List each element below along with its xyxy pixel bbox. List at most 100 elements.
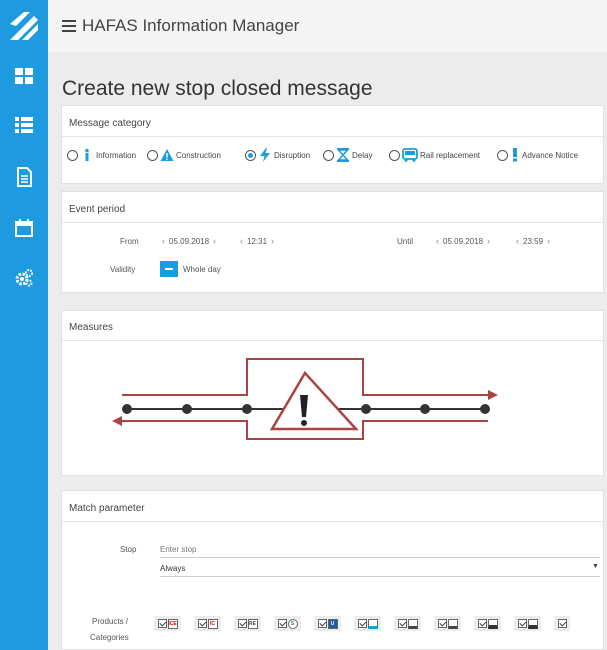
stop-node (420, 404, 430, 414)
whole-day-toggle[interactable] (160, 261, 178, 277)
category-option-disruption[interactable]: Disruption (245, 148, 310, 162)
dashboard-tiles-icon[interactable] (14, 66, 34, 86)
chevron-left-icon[interactable]: ‹ (236, 236, 247, 246)
stop-node (242, 404, 252, 414)
chevron-right-icon[interactable]: › (543, 236, 554, 246)
validity-label: Validity (110, 265, 136, 274)
product-other[interactable] (554, 616, 570, 631)
bus-icon (407, 618, 418, 629)
radio-button[interactable] (497, 149, 508, 161)
radio-button[interactable] (389, 149, 400, 161)
document-icon[interactable] (14, 167, 34, 187)
calendar-icon[interactable] (14, 218, 34, 238)
page-title: Create new stop closed message (62, 77, 373, 100)
warning-triangle-icon (160, 149, 174, 161)
categories-label: Categories (90, 633, 129, 642)
list-icon[interactable] (14, 115, 34, 135)
product-s-bahn[interactable]: S (274, 616, 301, 631)
checkbox[interactable] (237, 619, 247, 628)
message-category-card: Message category (61, 105, 604, 184)
stop-node (122, 404, 132, 414)
product-ic[interactable]: IC (194, 616, 221, 631)
category-option-advance-notice[interactable]: Advance Notice (497, 148, 578, 162)
u-bahn-icon: U (327, 618, 338, 629)
radio-button[interactable] (67, 149, 78, 161)
product-taxi[interactable] (514, 616, 541, 631)
checkbox[interactable] (157, 619, 167, 628)
until-date-value: 05.09.2018 (443, 236, 484, 246)
until-time-value: 23:59 (523, 236, 544, 246)
card-title: Event period (69, 204, 126, 215)
app-title: HAFAS Information Manager (82, 16, 300, 35)
coach-icon (447, 618, 458, 629)
ice-icon: ICE (167, 618, 178, 629)
radio-button[interactable] (147, 149, 158, 161)
category-label: Rail replacement (420, 150, 481, 160)
product-coach[interactable] (434, 616, 461, 631)
card-title: Message category (69, 118, 151, 129)
checkbox[interactable] (357, 619, 367, 628)
stop-closed-diagram (112, 358, 498, 440)
chevron-left-icon[interactable]: ‹ (158, 236, 169, 246)
product-bus[interactable] (394, 616, 421, 631)
checkbox[interactable] (317, 619, 327, 628)
ship-icon (487, 618, 498, 629)
until-date-stepper[interactable]: ‹ 05.09.2018 › (432, 236, 494, 246)
stop-node (480, 404, 490, 414)
category-label: Delay (352, 150, 373, 160)
top-bar: HAFAS Information Manager (48, 0, 607, 52)
chevron-left-icon[interactable]: ‹ (512, 236, 523, 246)
product-ice[interactable]: ICE (154, 616, 181, 631)
product-regional[interactable]: RE (234, 616, 261, 631)
from-date-value: 05.09.2018 (169, 236, 210, 246)
chevron-right-icon[interactable]: › (209, 236, 220, 246)
products-label: Products / (92, 617, 129, 626)
checkbox[interactable] (397, 619, 407, 628)
tram-icon (367, 618, 378, 629)
until-label: Until (397, 237, 414, 246)
checkbox[interactable] (437, 619, 447, 628)
from-date-stepper[interactable]: ‹ 05.09.2018 › (158, 236, 220, 246)
product-u-bahn[interactable]: U (314, 616, 341, 631)
checkbox[interactable] (197, 619, 207, 628)
chevron-right-icon[interactable]: › (267, 236, 278, 246)
category-option-delay[interactable]: Delay (323, 148, 372, 162)
s-bahn-icon: S (287, 618, 298, 629)
stop-input[interactable] (160, 541, 600, 557)
ic-icon: IC (207, 618, 218, 629)
from-time-value: 12:31 (247, 236, 268, 246)
card-title: Measures (69, 322, 113, 333)
product-tram[interactable] (354, 616, 381, 631)
hourglass-icon (336, 148, 350, 162)
category-label: Construction (176, 150, 221, 160)
until-time-stepper[interactable]: ‹ 23:59 › (512, 236, 554, 246)
lightning-icon (260, 148, 270, 162)
category-option-construction[interactable]: Construction (147, 148, 221, 162)
hamburger-menu-icon[interactable] (62, 20, 76, 32)
checkbox[interactable] (277, 619, 287, 628)
sidebar (0, 0, 48, 650)
warning-triangle-icon (269, 370, 359, 431)
category-label: Information (96, 150, 137, 160)
chevron-left-icon[interactable]: ‹ (432, 236, 443, 246)
category-option-information[interactable]: Information (67, 148, 136, 162)
radio-button[interactable] (245, 149, 256, 161)
checkbox[interactable] (477, 619, 487, 628)
stop-node (182, 404, 192, 414)
taxi-icon (527, 618, 538, 629)
chevron-down-icon[interactable]: ▼ (592, 563, 599, 570)
checkbox[interactable] (557, 619, 567, 628)
chevron-right-icon[interactable]: › (483, 236, 494, 246)
card-title: Match parameter (69, 503, 145, 514)
hafas-logo[interactable] (8, 10, 40, 42)
checkbox[interactable] (517, 619, 527, 628)
from-label: From (120, 237, 139, 246)
regional-train-icon: RE (247, 618, 258, 629)
gears-icon[interactable] (14, 268, 34, 288)
from-time-stepper[interactable]: ‹ 12:31 › (236, 236, 278, 246)
product-ship[interactable] (474, 616, 501, 631)
category-label: Advance Notice (522, 150, 579, 160)
radio-button[interactable] (323, 149, 334, 161)
category-option-rail-replacement[interactable]: Rail replacement (389, 148, 480, 162)
trigger-select[interactable]: Always (160, 564, 185, 573)
